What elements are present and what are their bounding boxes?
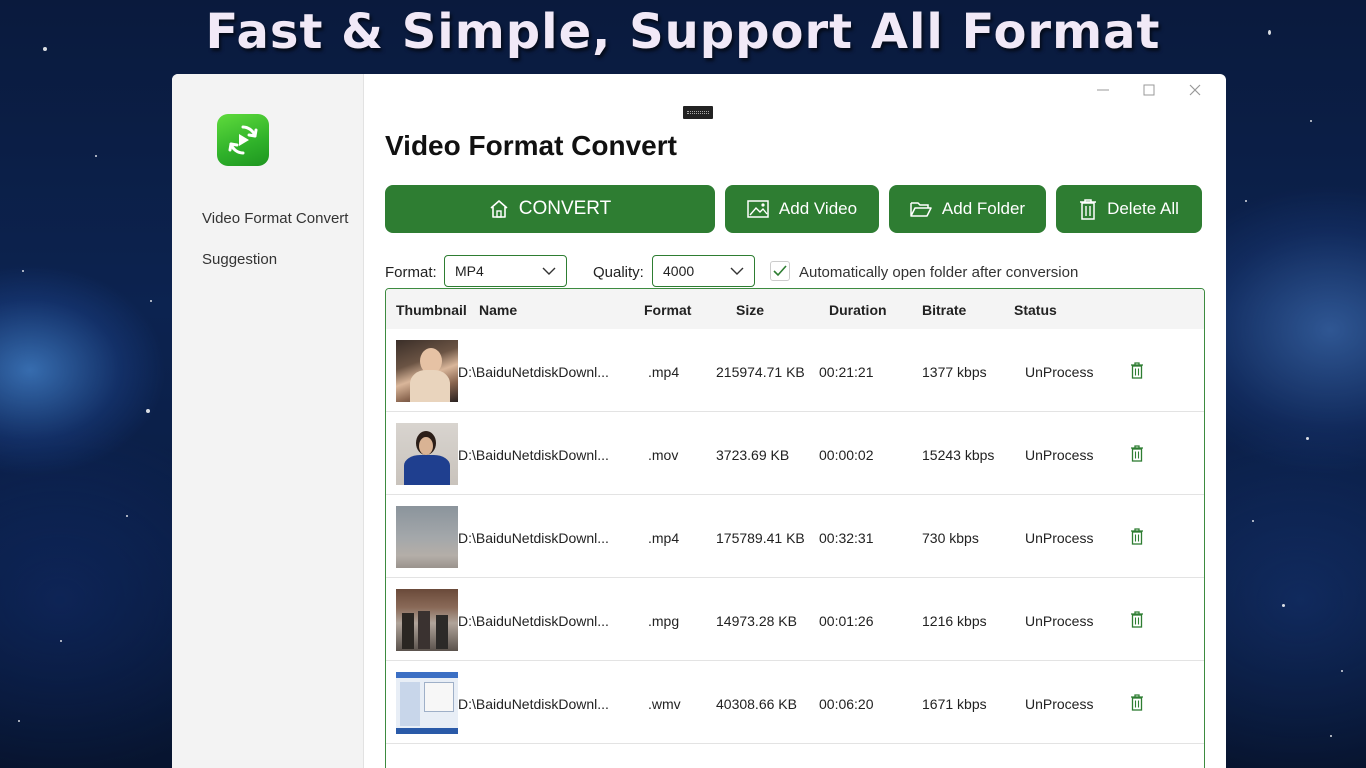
delete-all-button[interactable]: Delete All [1056,185,1202,233]
file-duration: 00:01:26 [819,613,874,629]
convert-button[interactable]: CONVERT [385,185,715,233]
file-size: 215974.71 KB [716,364,805,380]
trash-icon[interactable] [1130,528,1144,545]
column-header-duration: Duration [829,302,887,318]
convert-logo-icon [217,114,269,166]
table-row[interactable]: D:\BaiduNetdiskDownl... .mp4 175789.41 K… [386,495,1204,578]
close-icon[interactable] [1172,80,1218,100]
video-thumbnail [396,506,458,568]
auto-open-checkbox[interactable] [770,261,790,281]
file-format: .wmv [648,696,681,712]
column-header-bitrate: Bitrate [922,302,967,318]
file-name: D:\BaiduNetdiskDownl... [458,696,609,712]
column-header-thumbnail: Thumbnail [396,302,467,318]
convert-button-label: CONVERT [518,198,612,219]
file-size: 14973.28 KB [716,613,797,629]
check-icon [773,265,787,277]
promo-headline: Fast & Simple, Support All Format [205,4,1161,60]
folder-open-icon [910,202,932,217]
file-bitrate: 1377 kbps [922,364,987,380]
format-select-value: MP4 [455,263,484,279]
table-row[interactable]: D:\BaiduNetdiskDownl... .wmv 40308.66 KB… [386,661,1204,744]
file-bitrate: 730 kbps [922,530,979,546]
add-video-button[interactable]: Add Video [725,185,879,233]
table-row[interactable]: D:\BaiduNetdiskDownl... .mp4 215974.71 K… [386,329,1204,412]
file-status: UnProcess [1025,613,1094,629]
sidebar-item-suggestion[interactable]: Suggestion [202,251,277,268]
trash-icon[interactable] [1130,694,1144,711]
table-row[interactable]: D:\BaiduNetdiskDownl... .mpg 14973.28 KB… [386,578,1204,661]
file-duration: 00:32:31 [819,530,874,546]
add-folder-button[interactable]: Add Folder [889,185,1046,233]
file-format: .mpg [648,613,680,629]
format-select[interactable]: MP4 [444,255,567,287]
maximize-icon[interactable] [1126,80,1172,100]
file-name: D:\BaiduNetdiskDownl... [458,447,609,463]
table-header: Thumbnail Name Format Size Duration Bitr… [386,289,1204,329]
drag-handle[interactable] [683,106,713,119]
file-name: D:\BaiduNetdiskDownl... [458,364,609,380]
trash-icon[interactable] [1130,362,1144,379]
column-header-status: Status [1014,302,1057,318]
quality-select-value: 4000 [663,263,695,279]
video-thumbnail [396,672,458,734]
trash-icon[interactable] [1130,611,1144,628]
chevron-down-icon [730,267,744,275]
page-title: Video Format Convert [385,130,677,161]
file-bitrate: 1671 kbps [922,696,987,712]
column-header-size: Size [736,302,765,318]
file-status: UnProcess [1025,447,1094,463]
quality-label: Quality: [593,264,644,281]
file-name: D:\BaiduNetdiskDownl... [458,613,609,629]
app-window: Video Format Convert Suggestion Video Fo… [172,74,1226,768]
minimize-icon[interactable] [1080,80,1126,100]
file-size: 40308.66 KB [716,696,797,712]
sidebar: Video Format Convert Suggestion [172,74,364,768]
file-size: 175789.41 KB [716,530,805,546]
file-format: .mp4 [648,364,680,380]
video-thumbnail [396,340,458,402]
add-video-label: Add Video [778,199,858,218]
file-status: UnProcess [1025,530,1094,546]
main-panel: Video Format Convert CONVERT Add Video A… [365,74,1226,768]
format-label: Format: [385,264,437,281]
file-status: UnProcess [1025,696,1094,712]
file-duration: 00:00:02 [819,447,874,463]
file-format: .mov [648,447,679,463]
table-row[interactable]: D:\BaiduNetdiskDownl... .mov 3723.69 KB … [386,412,1204,495]
chevron-down-icon [542,267,556,275]
auto-open-label: Automatically open folder after conversi… [799,264,1079,281]
window-controls [1080,80,1218,100]
image-icon [747,200,769,218]
column-header-name: Name [479,302,518,318]
file-status: UnProcess [1025,364,1094,380]
file-format: .mp4 [648,530,680,546]
video-thumbnail [396,423,458,485]
trash-icon [1080,199,1097,220]
video-thumbnail [396,589,458,651]
column-header-format: Format [644,302,692,318]
file-duration: 00:21:21 [819,364,874,380]
file-name: D:\BaiduNetdiskDownl... [458,530,609,546]
file-duration: 00:06:20 [819,696,874,712]
file-bitrate: 15243 kbps [922,447,995,463]
sidebar-item-video-format-convert[interactable]: Video Format Convert [202,210,348,227]
file-size: 3723.69 KB [716,447,790,463]
file-table: Thumbnail Name Format Size Duration Bitr… [385,288,1205,768]
home-icon [490,200,508,218]
file-bitrate: 1216 kbps [922,613,987,629]
quality-select[interactable]: 4000 [652,255,755,287]
trash-icon[interactable] [1130,445,1144,462]
add-folder-label: Add Folder [941,199,1026,218]
delete-all-label: Delete All [1107,199,1179,218]
